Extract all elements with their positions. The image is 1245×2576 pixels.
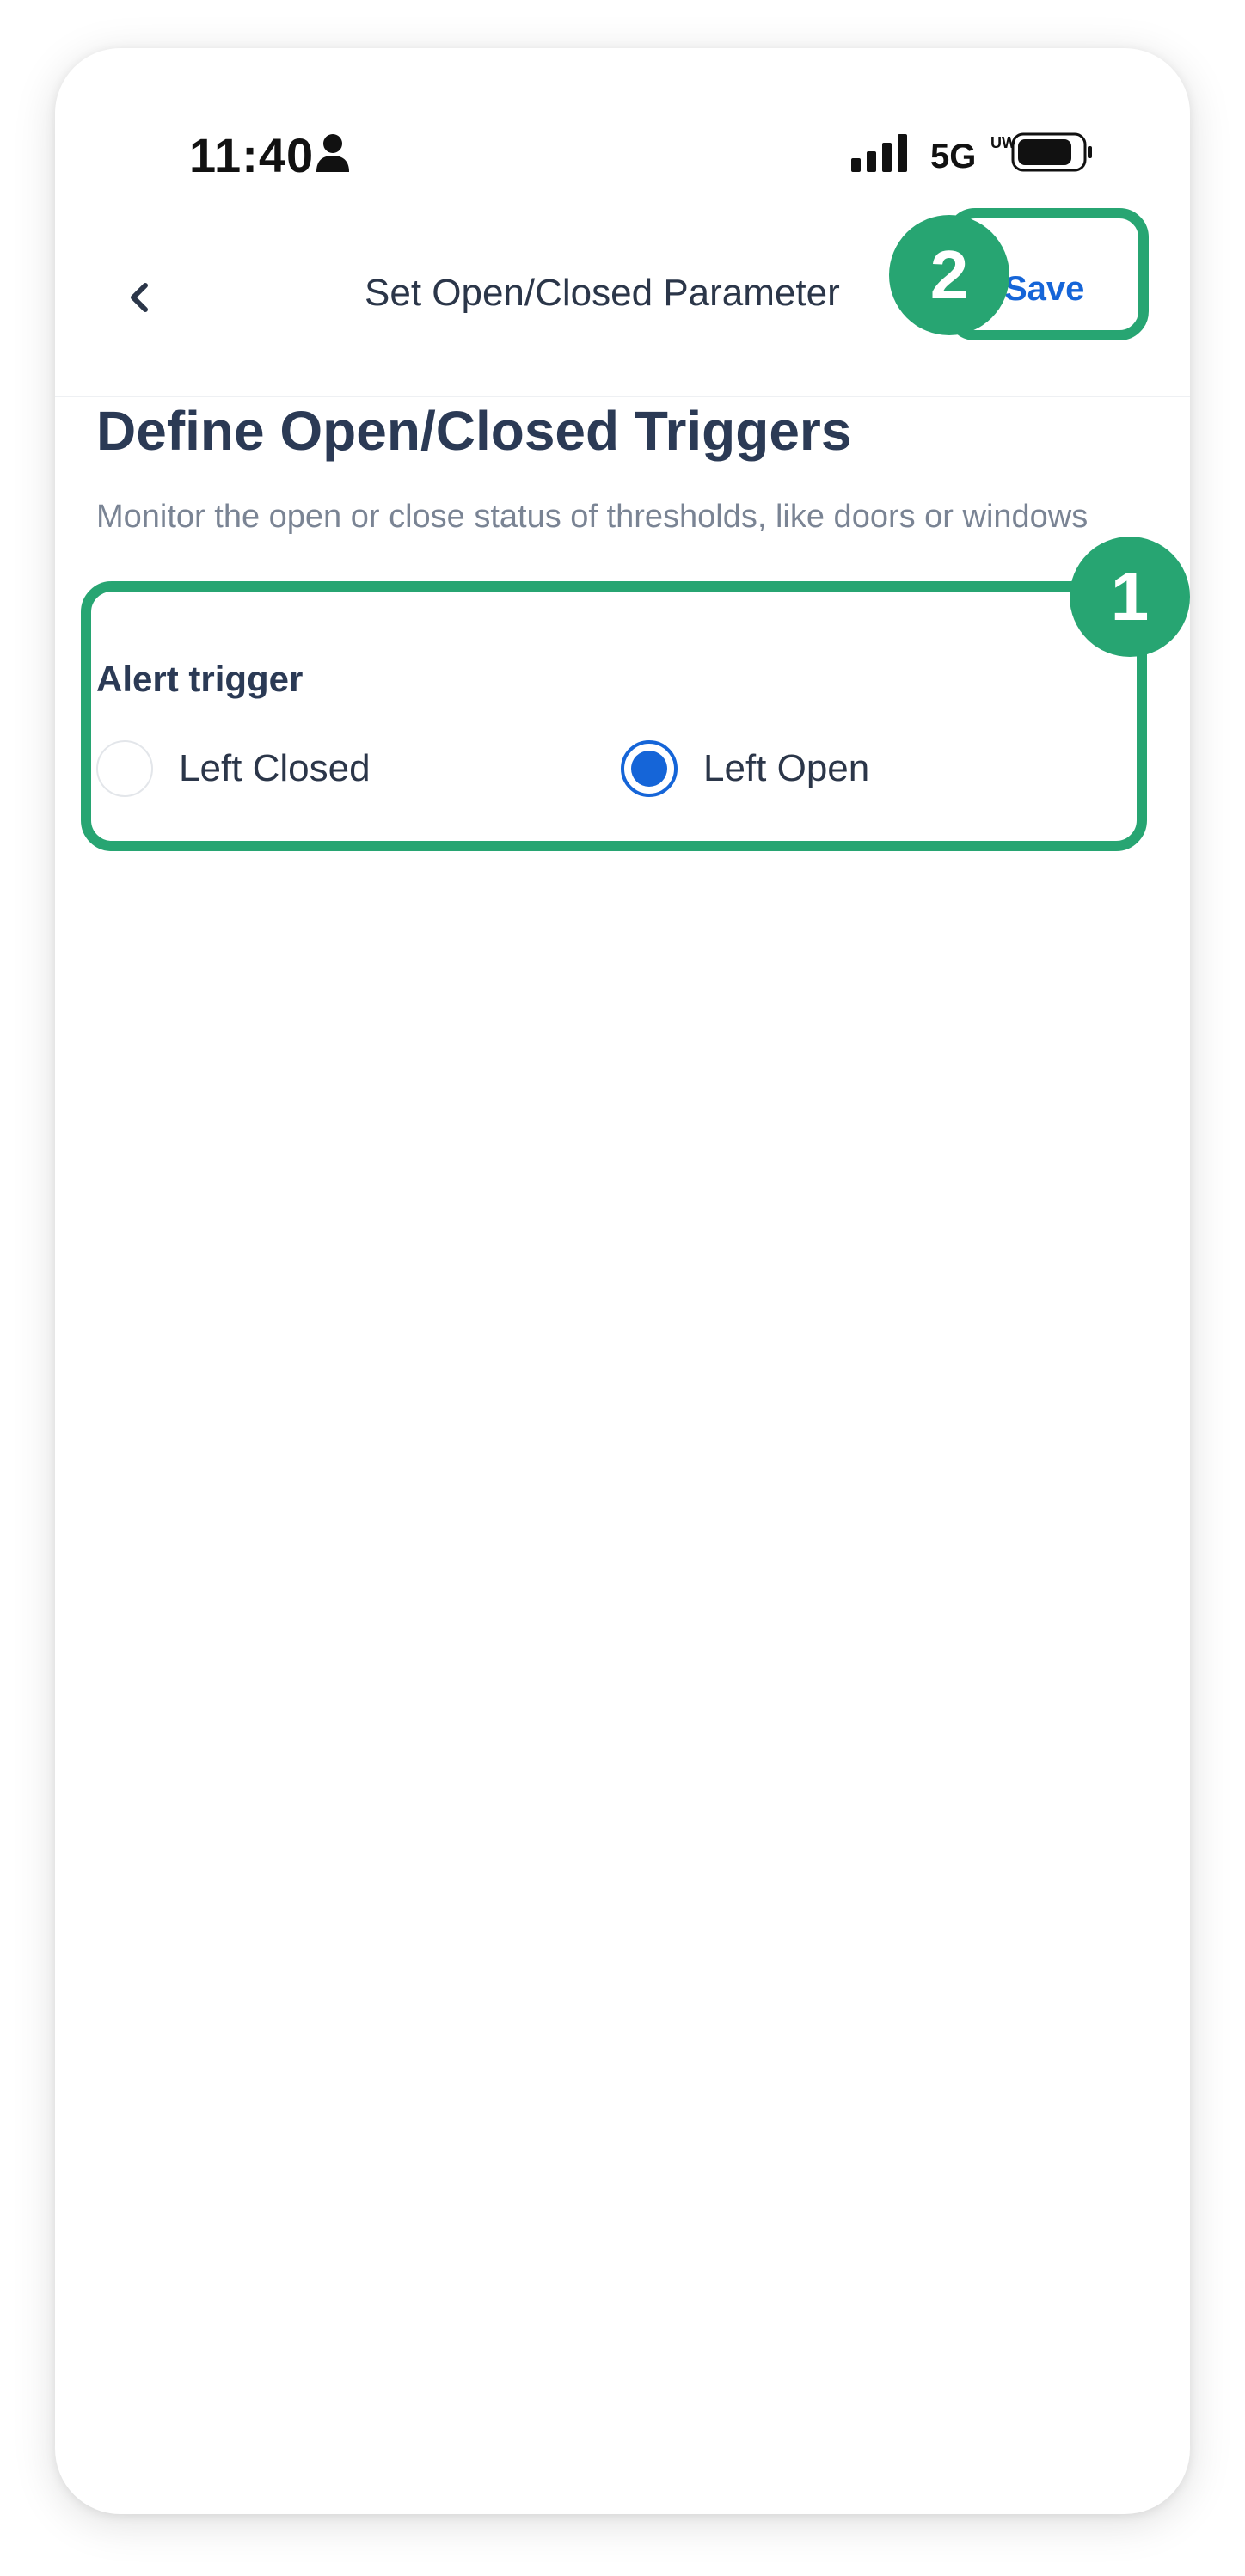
section-heading: Define Open/Closed Triggers [96,400,852,462]
screenshot-canvas: 11:40 5G UW Set Open/Closed Parameter Sa… [0,0,1245,2576]
status-bar: 11:40 5G UW [55,48,1190,212]
battery-icon [1011,132,1092,172]
network-superscript: UW [990,134,1016,151]
chevron-left-icon [131,283,148,312]
annotation-badge-2: 2 [889,215,1009,335]
page-title: Set Open/Closed Parameter [365,272,840,314]
back-button[interactable] [105,263,174,332]
annotation-highlight-alert-trigger [81,581,1147,851]
annotation-badge-1: 1 [1070,537,1190,657]
section-description: Monitor the open or close status of thre… [96,499,1089,535]
status-time: 11:40 [189,128,315,182]
person-icon [316,134,349,172]
phone-screen: 11:40 5G UW Set Open/Closed Parameter Sa… [55,48,1190,2514]
signal-icon [851,134,907,172]
network-type: 5G [930,138,977,175]
